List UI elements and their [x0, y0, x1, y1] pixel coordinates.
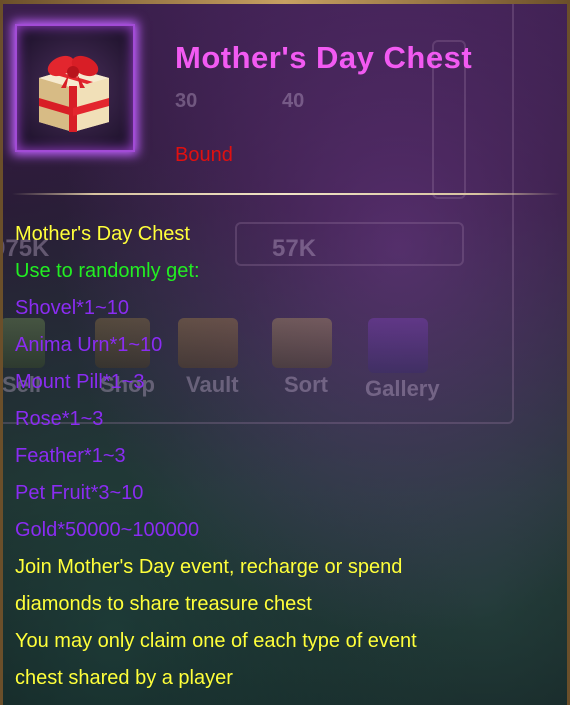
item-tooltip: 30 40 975K 57K Sell Shop Vault Sort Gall…: [0, 0, 570, 705]
item-name-line: Mother's Day Chest: [15, 223, 190, 245]
reward-item: Mount Pill*1~3: [15, 371, 145, 393]
note-line: Join Mother's Day event, recharge or spe…: [15, 556, 403, 578]
menu-vault-label: Vault: [186, 372, 239, 397]
gift-box-icon: [39, 55, 109, 132]
background-number: 30: [175, 90, 198, 112]
reward-item: Rose*1~3: [15, 408, 104, 430]
vault-chest-icon: [178, 318, 238, 368]
tooltip-frame-left: [0, 0, 3, 705]
note-line: You may only claim one of each type of e…: [15, 630, 417, 652]
sort-books-icon: [272, 318, 332, 368]
divider: [12, 193, 560, 195]
reward-item: Shovel*1~10: [15, 297, 129, 319]
note-line: diamonds to share treasure chest: [15, 593, 312, 615]
item-title: Mother's Day Chest: [175, 40, 473, 75]
background-stat: 57K: [272, 235, 317, 262]
usage-intro: Use to randomly get:: [15, 260, 200, 282]
item-icon-slot: [15, 24, 135, 152]
background-number: 40: [282, 90, 305, 112]
binding-status: Bound: [175, 144, 233, 166]
note-line: chest shared by a player: [15, 667, 233, 689]
reward-item: Gold*50000~100000: [15, 519, 200, 541]
menu-sort-label: Sort: [284, 372, 328, 397]
menu-gallery-label: Gallery: [365, 376, 440, 401]
gallery-figure-icon: [368, 318, 428, 373]
reward-item: Anima Urn*1~10: [15, 334, 163, 356]
reward-item: Pet Fruit*3~10: [15, 482, 144, 504]
tooltip-frame-top: [0, 0, 570, 4]
reward-item: Feather*1~3: [15, 445, 126, 467]
background-stat-bar: [235, 222, 464, 266]
